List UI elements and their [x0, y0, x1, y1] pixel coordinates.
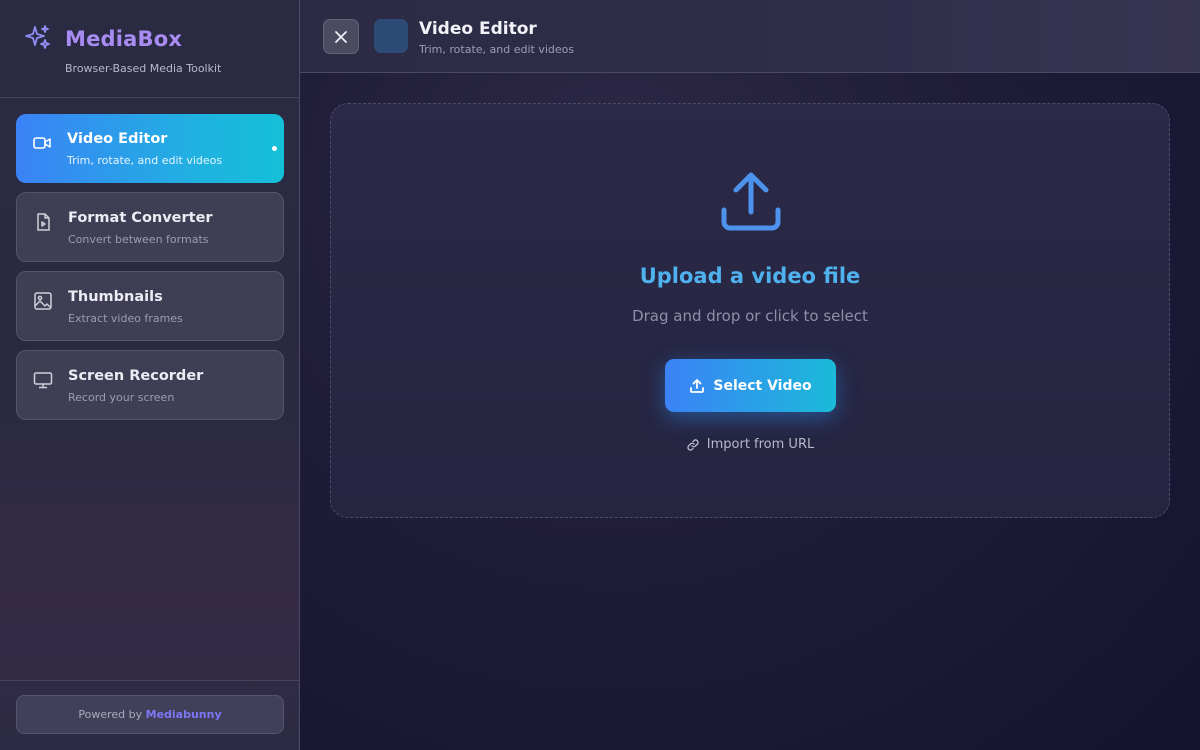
page-title: Video Editor	[419, 19, 537, 39]
nav-item-desc: Convert between formats	[68, 233, 209, 246]
sparkles-icon	[25, 25, 50, 49]
nav-item-thumbnails[interactable]: Thumbnails Extract video frames	[16, 271, 284, 341]
app-window: MediaBox Browser-Based Media Toolkit Vid…	[0, 0, 1200, 750]
tool-nav: Video Editor Trim, rotate, and edit vide…	[16, 114, 284, 429]
dropzone-title: Upload a video file	[639, 264, 861, 288]
page-subtitle: Trim, rotate, and edit videos	[419, 43, 575, 56]
sidebar: MediaBox Browser-Based Media Toolkit Vid…	[0, 0, 300, 750]
nav-item-desc: Record your screen	[68, 391, 175, 404]
image-icon	[34, 292, 52, 310]
powered-by-prefix: Powered by	[78, 708, 143, 721]
brand-header: MediaBox Browser-Based Media Toolkit	[0, 0, 299, 98]
select-video-button[interactable]: Select Video	[665, 359, 836, 412]
powered-by-badge: Powered by Mediabunny	[16, 695, 284, 734]
sidebar-footer-divider	[0, 680, 300, 681]
nav-item-title: Video Editor	[67, 131, 168, 147]
select-video-label: Select Video	[713, 377, 812, 394]
import-from-url-link[interactable]: Import from URL	[331, 437, 1169, 452]
nav-item-screen-recorder[interactable]: Screen Recorder Record your screen	[16, 350, 284, 420]
nav-item-title: Thumbnails	[68, 289, 163, 305]
powered-by-link[interactable]: Mediabunny	[146, 708, 222, 721]
brand-name: MediaBox	[65, 27, 183, 51]
brand-subtitle: Browser-Based Media Toolkit	[65, 62, 222, 75]
nav-item-title: Screen Recorder	[68, 368, 204, 384]
nav-item-title: Format Converter	[68, 210, 213, 226]
nav-item-format-converter[interactable]: Format Converter Convert between formats	[16, 192, 284, 262]
nav-item-video-editor[interactable]: Video Editor Trim, rotate, and edit vide…	[16, 114, 284, 183]
monitor-icon	[33, 372, 53, 389]
file-play-icon	[37, 213, 50, 231]
link-icon	[687, 438, 699, 451]
upload-small-icon	[690, 378, 705, 393]
nav-item-desc: Trim, rotate, and edit videos	[67, 154, 223, 167]
active-indicator-dot	[272, 146, 277, 151]
close-button[interactable]	[323, 19, 359, 54]
close-icon	[335, 30, 347, 43]
tool-header: Video Editor Trim, rotate, and edit vide…	[300, 0, 1200, 73]
main-panel: Video Editor Trim, rotate, and edit vide…	[300, 0, 1200, 750]
tool-badge-icon	[374, 19, 408, 53]
upload-icon	[721, 172, 781, 231]
import-from-url-label: Import from URL	[706, 437, 815, 452]
dropzone-subtitle: Drag and drop or click to select	[632, 307, 868, 325]
video-camera-icon	[33, 137, 51, 149]
nav-item-desc: Extract video frames	[68, 312, 183, 325]
upload-dropzone[interactable]: Upload a video file Drag and drop or cli…	[330, 103, 1170, 518]
